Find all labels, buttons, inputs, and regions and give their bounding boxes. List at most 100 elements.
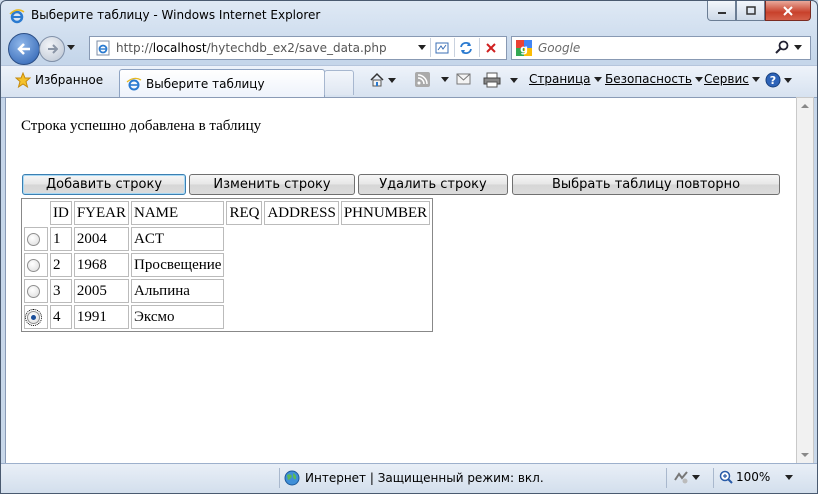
row-select-cell: [24, 305, 48, 329]
data-table: ID FYEAR NAME REQ ADDRESS PHNUMBER 1 200…: [21, 198, 434, 332]
cell-phnumber: [341, 305, 430, 329]
cell-fyear: 2005: [73, 279, 130, 303]
stop-button[interactable]: [479, 38, 502, 57]
address-bar[interactable]: http://localhost/hytechdb_ex2/save_data.…: [89, 36, 507, 60]
add-row-button[interactable]: Добавить строку: [22, 174, 186, 195]
cell-name: Просвещение: [131, 253, 225, 277]
back-button[interactable]: [8, 33, 40, 65]
refresh-button[interactable]: [454, 38, 477, 57]
help-dropdown-icon[interactable]: [784, 77, 792, 83]
maximize-button[interactable]: [736, 1, 765, 21]
reselect-table-button[interactable]: Выбрать таблицу повторно: [512, 174, 780, 195]
search-icon[interactable]: [774, 39, 790, 55]
row-radio-selected[interactable]: [25, 308, 42, 326]
security-zone-text[interactable]: Интернет | Защищенный режим: вкл.: [305, 471, 544, 485]
print-button[interactable]: [483, 72, 518, 88]
table-header-row: ID FYEAR NAME REQ ADDRESS PHNUMBER: [24, 201, 431, 225]
chevron-down-icon: [694, 76, 703, 82]
zoom-level: 100%: [736, 470, 771, 484]
close-button[interactable]: [765, 1, 811, 21]
row-radio[interactable]: [27, 232, 40, 246]
protected-mode-button[interactable]: [673, 470, 700, 484]
arrow-left-icon: [17, 43, 30, 55]
window-title: Выберите таблицу - Windows Internet Expl…: [31, 8, 321, 22]
safety-menu[interactable]: Безопасность: [605, 72, 703, 86]
cell-fyear: 1968: [73, 253, 130, 277]
window-controls: [707, 1, 811, 21]
feeds-dropdown-icon[interactable]: [441, 77, 449, 82]
mail-icon: [456, 73, 471, 85]
table-row: 2 1968 Просвещение: [24, 253, 430, 277]
cell-phnumber: [341, 253, 430, 277]
zoom-dropdown-icon[interactable]: [785, 474, 794, 480]
globe-icon: [284, 470, 300, 486]
row-radio[interactable]: [27, 284, 40, 298]
compat-view-icon: [435, 42, 449, 53]
refresh-icon: [460, 41, 472, 54]
protected-mode-icon: [674, 471, 688, 484]
forward-button[interactable]: [39, 36, 65, 62]
status-bar: Интернет | Защищенный режим: вкл. 100%: [1, 463, 817, 493]
google-logo-icon: g: [516, 40, 532, 56]
ie-page-icon: [126, 77, 142, 91]
address-url[interactable]: http://localhost/hytechdb_ex2/save_data.…: [116, 41, 387, 55]
search-placeholder[interactable]: Google: [538, 41, 580, 55]
cell-req: [226, 279, 262, 303]
scroll-up-arrow-icon[interactable]: [801, 104, 809, 108]
favorites-button[interactable]: Избранное: [15, 72, 103, 88]
scroll-down-arrow-icon[interactable]: [801, 453, 809, 457]
tab-active[interactable]: Выберите таблицу: [119, 69, 325, 97]
help-button[interactable]: ?: [765, 72, 792, 88]
history-dropdown-icon[interactable]: [67, 45, 75, 50]
favorites-star-icon: [15, 72, 31, 88]
cell-phnumber: [341, 227, 430, 251]
tab-label: Выберите таблицу: [146, 77, 265, 91]
tools-menu[interactable]: Сервис: [704, 72, 760, 86]
edit-row-button[interactable]: Изменить строку: [189, 174, 355, 195]
column-header: PHNUMBER: [340, 201, 431, 225]
column-header: ID: [50, 201, 72, 225]
address-dropdown-icon[interactable]: [418, 45, 426, 50]
cell-id: 2: [50, 253, 72, 277]
column-header: NAME: [131, 201, 225, 225]
home-button[interactable]: [369, 72, 396, 88]
cell-req: [226, 305, 262, 329]
cell-name: ACT: [131, 227, 225, 251]
home-dropdown-icon[interactable]: [388, 77, 396, 83]
row-select-cell: [24, 279, 48, 303]
title-bar: Выберите таблицу - Windows Internet Expl…: [1, 1, 817, 31]
command-bar: Избранное Выберите таблицу Страница Безо…: [1, 65, 817, 98]
print-dropdown-icon[interactable]: [510, 77, 518, 83]
row-radio[interactable]: [27, 258, 40, 272]
cell-phnumber: [341, 279, 430, 303]
page-menu-label: Страница: [529, 72, 591, 86]
column-header: REQ: [226, 201, 263, 225]
favorites-label: Избранное: [35, 73, 104, 87]
cell-address: [264, 305, 338, 329]
column-header: ADDRESS: [264, 201, 339, 225]
cell-req: [226, 227, 262, 251]
page-content: Строка успешно добавлена в таблицу Добав…: [5, 97, 797, 464]
search-box[interactable]: g Google: [511, 36, 811, 60]
chevron-down-icon: [692, 474, 700, 480]
search-dropdown-icon[interactable]: [794, 45, 802, 50]
read-mail-button[interactable]: [456, 72, 472, 86]
stop-x-icon: [486, 42, 496, 53]
status-divider: [666, 468, 667, 488]
delete-row-button[interactable]: Удалить строку: [358, 174, 508, 195]
status-divider: [713, 468, 714, 488]
maximize-icon: [745, 6, 756, 15]
close-icon: [783, 5, 793, 16]
vertical-scrollbar[interactable]: [796, 97, 814, 464]
zoom-control[interactable]: 100%: [719, 470, 794, 484]
cell-fyear: 1991: [73, 305, 130, 329]
select-column-header: [24, 201, 48, 225]
page-menu[interactable]: Страница: [529, 72, 602, 86]
chevron-down-icon: [751, 76, 760, 82]
new-tab-button[interactable]: [324, 70, 354, 95]
feeds-button[interactable]: [415, 72, 449, 87]
cell-address: [264, 253, 338, 277]
chevron-down-icon: [593, 76, 602, 82]
compatibility-view-button[interactable]: [430, 38, 453, 57]
minimize-button[interactable]: [707, 1, 736, 21]
